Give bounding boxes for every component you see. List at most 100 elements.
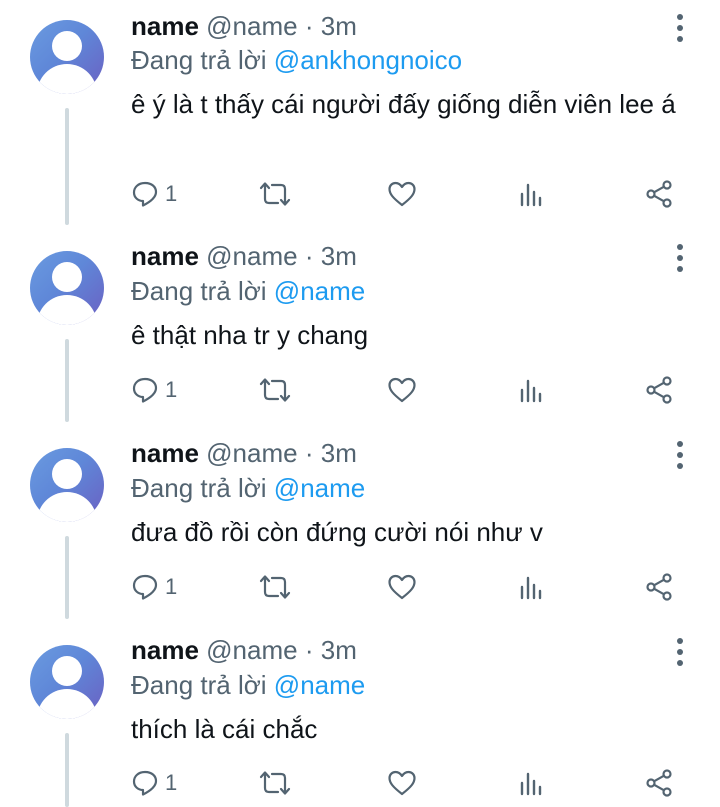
avatar[interactable] [30,251,104,325]
mention-link[interactable]: @name [274,276,365,306]
reply-button[interactable]: 1 [131,176,177,212]
retweet-button[interactable] [257,372,293,408]
share-icon [646,769,672,797]
views-icon [520,183,542,207]
display-name[interactable]: name [131,241,199,271]
tweet-text: đưa đồ rồi còn đứng cười nói như v [131,517,543,547]
avatar-head-shape [52,31,82,61]
display-name[interactable]: name [131,438,199,468]
reply-button[interactable]: 1 [131,569,177,605]
tweet[interactable]: name @name · 3m Đang trả lời @ankhongnoi… [0,0,720,225]
avatar-body-shape [37,295,97,325]
like-icon [388,770,416,796]
tweet[interactable]: name @name · 3m Đang trả lời @name đưa đ… [0,422,720,619]
share-button[interactable] [644,765,674,801]
retweet-icon [259,575,291,599]
tweet-text: thích là cái chắc [131,714,318,744]
views-icon [520,772,542,796]
tweet[interactable]: name @name · 3m Đang trả lời @name ê thậ… [0,225,720,422]
timestamp[interactable]: 3m [321,438,357,468]
mention-link[interactable]: @name [274,670,365,700]
replying-to-label: Đang trả lời [131,45,267,75]
replying-to: Đang trả lời @ankhongnoico [131,44,462,76]
avatar-body-shape [37,64,97,94]
share-icon [646,376,672,404]
like-icon [388,377,416,403]
like-button[interactable] [387,176,417,212]
retweet-icon [259,182,291,206]
handle[interactable]: @name [206,241,297,271]
like-icon [388,574,416,600]
tweet-text: ê ý là t thấy cái người đấy giống diễn v… [131,89,676,119]
more-vertical-icon[interactable] [670,244,690,278]
replying-to-label: Đang trả lời [131,670,267,700]
views-button[interactable] [517,765,545,801]
share-icon [646,180,672,208]
share-button[interactable] [644,372,674,408]
timestamp[interactable]: 3m [321,635,357,665]
like-button[interactable] [387,765,417,801]
reply-button[interactable]: 1 [131,372,177,408]
avatar[interactable] [30,20,104,94]
share-icon [646,573,672,601]
reply-icon [132,181,158,207]
thread-line [65,339,69,422]
avatar-head-shape [52,262,82,292]
views-icon [520,379,542,403]
separator: · [304,11,314,41]
more-vertical-icon[interactable] [670,441,690,475]
like-button[interactable] [387,569,417,605]
mention-link[interactable]: @name [274,473,365,503]
replying-to: Đang trả lời @name [131,669,365,701]
tweet-header: name @name · 3m [131,634,357,666]
tweet[interactable]: name @name · 3m Đang trả lời @name thích… [0,619,720,807]
reply-count: 1 [165,181,178,206]
more-vertical-icon[interactable] [670,638,690,672]
avatar[interactable] [30,645,104,719]
timestamp[interactable]: 3m [321,11,357,41]
reply-count: 1 [165,377,178,402]
avatar[interactable] [30,448,104,522]
like-icon [388,181,416,207]
share-button[interactable] [644,176,674,212]
reply-icon [132,574,158,600]
tweet-header: name @name · 3m [131,240,357,272]
views-button[interactable] [517,372,545,408]
retweet-button[interactable] [257,569,293,605]
views-icon [520,576,542,600]
action-bar: 1 [131,569,691,605]
retweet-button[interactable] [257,176,293,212]
mention-link[interactable]: @ankhongnoico [274,45,462,75]
timestamp[interactable]: 3m [321,241,357,271]
replying-to: Đang trả lời @name [131,472,365,504]
handle[interactable]: @name [206,11,297,41]
separator: · [304,635,314,665]
avatar-body-shape [37,689,97,719]
views-button[interactable] [517,176,545,212]
avatar-head-shape [52,459,82,489]
share-button[interactable] [644,569,674,605]
display-name[interactable]: name [131,635,199,665]
reply-icon [132,770,158,796]
reply-count: 1 [165,770,178,795]
display-name[interactable]: name [131,11,199,41]
avatar-body-shape [37,492,97,522]
like-button[interactable] [387,372,417,408]
thread-line [65,536,69,619]
more-vertical-icon[interactable] [670,14,690,48]
retweet-icon [259,378,291,402]
retweet-button[interactable] [257,765,293,801]
avatar-head-shape [52,656,82,686]
tweet-header: name @name · 3m [131,10,357,42]
reply-icon [132,377,158,403]
thread-line [65,108,69,225]
thread-line [65,733,69,807]
reply-button[interactable]: 1 [131,765,177,801]
replying-to-label: Đang trả lời [131,473,267,503]
separator: · [304,241,314,271]
handle[interactable]: @name [206,635,297,665]
reply-count: 1 [165,574,178,599]
views-button[interactable] [517,569,545,605]
separator: · [304,438,314,468]
handle[interactable]: @name [206,438,297,468]
